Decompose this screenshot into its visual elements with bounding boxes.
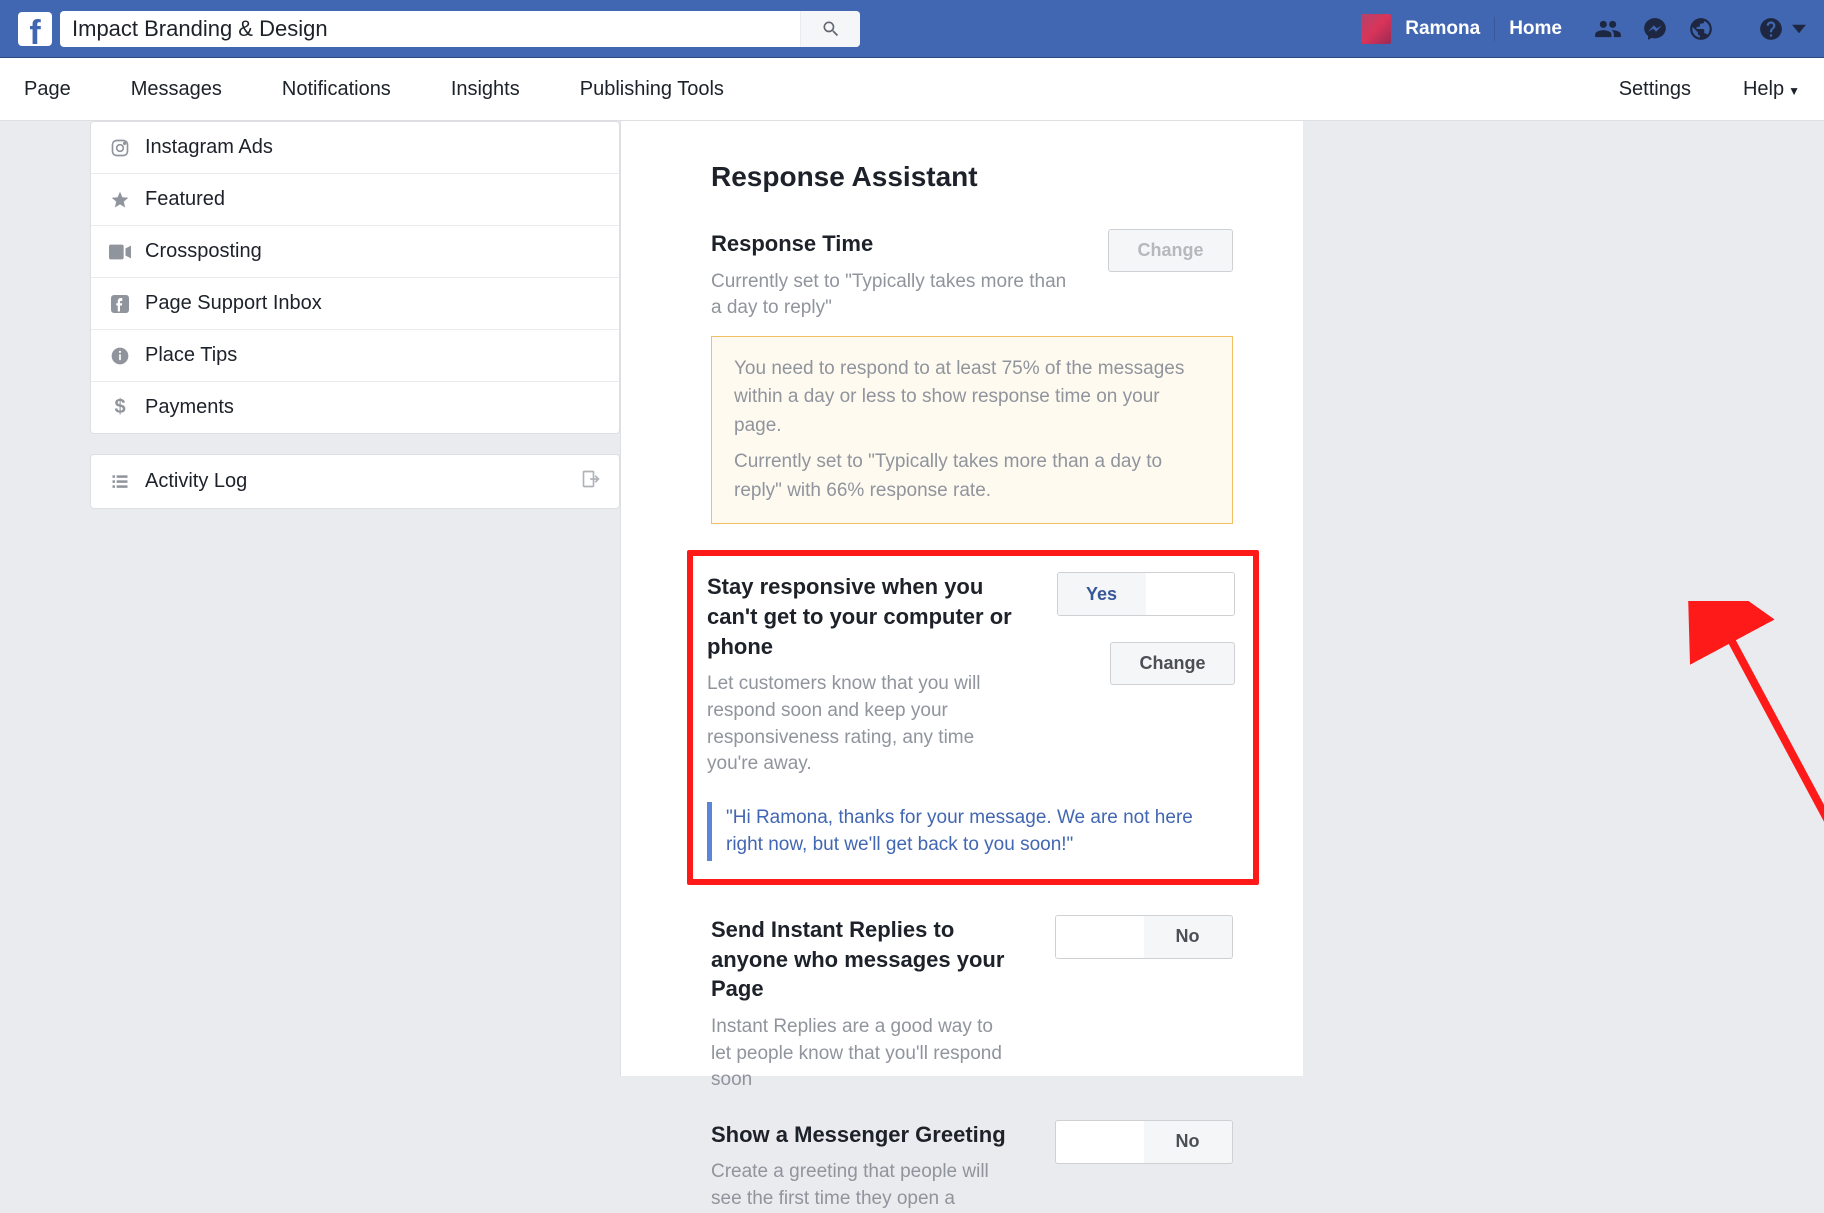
- main-panel: Response Assistant Response Time Current…: [620, 121, 1303, 1076]
- video-icon: [109, 241, 131, 263]
- nav-page[interactable]: Page: [24, 78, 71, 101]
- section-desc: Create a greeting that people will see t…: [711, 1159, 1015, 1212]
- star-icon: [109, 189, 131, 211]
- exit-icon: [581, 469, 601, 494]
- auto-reply-preview: "Hi Ramona, thanks for your message. We …: [707, 802, 1235, 861]
- nav-insights[interactable]: Insights: [451, 78, 520, 101]
- facebook-logo[interactable]: f: [18, 12, 52, 46]
- top-bar: f Ramona Home: [0, 0, 1824, 58]
- toggle-blank[interactable]: [1056, 1121, 1144, 1163]
- sidebar-item-label: Featured: [145, 188, 225, 211]
- change-button[interactable]: Change: [1108, 229, 1232, 272]
- home-link[interactable]: Home: [1509, 18, 1562, 40]
- toggle-yes[interactable]: Yes: [1058, 573, 1146, 615]
- sidebar-item-activity-log[interactable]: Activity Log: [91, 455, 619, 508]
- section-desc: Let customers know that you will respond…: [707, 671, 1017, 777]
- secondary-nav: Page Messages Notifications Insights Pub…: [0, 58, 1824, 121]
- info-icon: [109, 345, 131, 367]
- sidebar-main-group: Instagram Ads Featured Crossposting Page…: [90, 121, 620, 434]
- content: Instagram Ads Featured Crossposting Page…: [0, 121, 1824, 1076]
- help-icon: [1758, 16, 1784, 42]
- section-title: Send Instant Replies to anyone who messa…: [711, 915, 1015, 1004]
- notice-line: You need to respond to at least 75% of t…: [734, 355, 1210, 441]
- toggle-yes-no[interactable]: No: [1055, 1120, 1233, 1164]
- toggle-blank[interactable]: [1056, 916, 1144, 958]
- section-stay-responsive: Stay responsive when you can't get to yo…: [707, 572, 1235, 861]
- sidebar-item-label: Activity Log: [145, 470, 247, 493]
- sidebar-item-label: Crossposting: [145, 240, 262, 263]
- section-desc: Currently set to "Typically takes more t…: [711, 269, 1068, 322]
- toggle-blank[interactable]: [1146, 573, 1234, 615]
- nav-notifications[interactable]: Notifications: [282, 78, 391, 101]
- section-title: Show a Messenger Greeting: [711, 1120, 1015, 1150]
- nav-messages[interactable]: Messages: [131, 78, 222, 101]
- sidebar-item-featured[interactable]: Featured: [91, 174, 619, 226]
- search-button[interactable]: [800, 11, 860, 47]
- search-box: [60, 11, 860, 47]
- dropdown-caret-icon: [1792, 22, 1806, 36]
- friend-requests-icon[interactable]: [1594, 15, 1622, 43]
- annotation-highlight: Stay responsive when you can't get to yo…: [687, 550, 1259, 885]
- toggle-yes-no[interactable]: Yes: [1057, 572, 1235, 616]
- page-title: Response Assistant: [711, 161, 1233, 193]
- section-title: Response Time: [711, 229, 1068, 259]
- search-icon: [821, 19, 841, 39]
- sidebar-item-payments[interactable]: $ Payments: [91, 382, 619, 433]
- sidebar-item-place-tips[interactable]: Place Tips: [91, 330, 619, 382]
- section-response-time: Response Time Currently set to "Typicall…: [711, 229, 1233, 524]
- sidebar-item-label: Payments: [145, 396, 234, 419]
- sidebar-item-label: Instagram Ads: [145, 136, 273, 159]
- instagram-icon: [109, 137, 131, 159]
- section-messenger-greeting: Show a Messenger Greeting Create a greet…: [711, 1120, 1233, 1213]
- user-name-link[interactable]: Ramona: [1405, 18, 1480, 40]
- section-title: Stay responsive when you can't get to yo…: [707, 572, 1017, 661]
- messenger-icon[interactable]: [1642, 16, 1668, 42]
- help-cluster[interactable]: [1758, 16, 1806, 42]
- globe-icon[interactable]: [1688, 16, 1714, 42]
- sidebar-item-label: Page Support Inbox: [145, 292, 322, 315]
- nav-settings[interactable]: Settings: [1619, 78, 1691, 101]
- notice-line: Currently set to "Typically takes more t…: [734, 448, 1210, 505]
- change-button[interactable]: Change: [1110, 642, 1234, 685]
- caret-down-icon: ▼: [1788, 84, 1800, 98]
- section-instant-replies: Send Instant Replies to anyone who messa…: [711, 915, 1233, 1094]
- sidebar-item-instagram-ads[interactable]: Instagram Ads: [91, 122, 619, 174]
- sidebar-item-page-support-inbox[interactable]: Page Support Inbox: [91, 278, 619, 330]
- sidebar-item-crossposting[interactable]: Crossposting: [91, 226, 619, 278]
- facebook-small-icon: [109, 293, 131, 315]
- sidebar-item-label: Place Tips: [145, 344, 237, 367]
- notice-box: You need to respond to at least 75% of t…: [711, 336, 1233, 525]
- toggle-yes-no[interactable]: No: [1055, 915, 1233, 959]
- sidebar: Instagram Ads Featured Crossposting Page…: [90, 121, 620, 1076]
- nav-publishing-tools[interactable]: Publishing Tools: [580, 78, 724, 101]
- dollar-icon: $: [109, 397, 131, 419]
- toggle-no[interactable]: No: [1144, 916, 1232, 958]
- toggle-no[interactable]: No: [1144, 1121, 1232, 1163]
- search-input[interactable]: [60, 16, 800, 42]
- sidebar-activity-group: Activity Log: [90, 454, 620, 509]
- avatar[interactable]: [1361, 14, 1391, 44]
- nav-help[interactable]: Help▼: [1743, 78, 1800, 101]
- icon-cluster: [1594, 15, 1714, 43]
- topbar-right: Ramona Home: [1361, 14, 1806, 44]
- section-desc: Instant Replies are a good way to let pe…: [711, 1014, 1015, 1094]
- divider: [1494, 17, 1495, 41]
- list-icon: [109, 471, 131, 493]
